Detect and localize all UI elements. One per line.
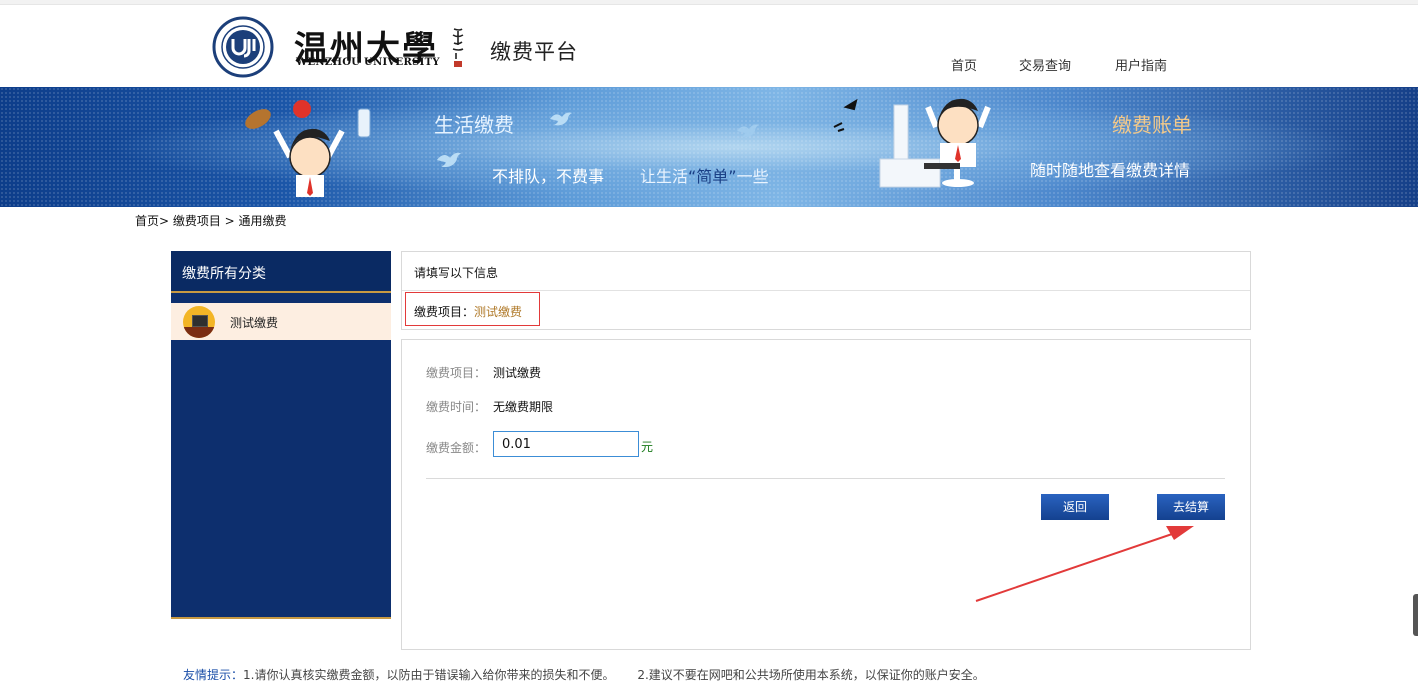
screen-shape	[192, 315, 208, 327]
cartoon-computer-illustration	[833, 98, 991, 188]
selected-project-label: 缴费项目：	[414, 305, 475, 319]
tips-label: 友情提示：	[183, 668, 244, 682]
selected-project: 缴费项目：测试缴费	[414, 303, 522, 320]
cartoon-boy-illustration	[245, 100, 371, 197]
project-label: 缴费项目：	[426, 366, 487, 380]
banner-bill-title: 缴费账单	[1112, 113, 1192, 137]
nav-transaction-query[interactable]: 交易查询	[1019, 55, 1071, 74]
friendly-tips: 友情提示：1.请你认真核实缴费金额，以防由于错误输入给你带来的损失和不便。 2.…	[183, 666, 985, 683]
project-value: 测试缴费	[493, 366, 542, 380]
slogan-highlight: “简单”	[688, 167, 737, 186]
desk-shape	[183, 327, 215, 338]
breadcrumb[interactable]: 首页> 缴费项目 > 通用缴费	[135, 212, 287, 229]
selected-project-value: 测试缴费	[474, 305, 523, 319]
amount-label: 缴费金额：	[426, 441, 487, 455]
sidebar-item-label: 测试缴费	[230, 316, 279, 330]
promo-banner: 生活缴费 不排队，不费事 让生活“简单”一些 缴费账单 随时随地查看缴费详情	[0, 87, 1418, 207]
info-panel: 请填写以下信息 缴费项目：测试缴费	[401, 251, 1251, 330]
banner-slogan-simple: 让生活“简单”一些	[640, 163, 769, 187]
calligraphy-signature-icon	[452, 28, 464, 67]
logo-english-name: WENZHOU UNIVERSITY	[296, 57, 440, 68]
time-value: 无缴费期限	[493, 400, 554, 414]
sidebar-header: 缴费所有分类	[171, 251, 391, 293]
university-seal-logo	[212, 16, 274, 78]
banner-bill-subtitle: 随时随地查看缴费详情	[1030, 161, 1191, 180]
sidebar-item-test-payment[interactable]: 测试缴费	[171, 303, 391, 340]
info-divider	[402, 290, 1250, 291]
banner-slogan-no-queue: 不排队，不费事	[492, 167, 605, 186]
slogan-suffix: 一些	[736, 167, 769, 186]
site-header: 温州大學 WENZHOU UNIVERSITY 缴费平台 首页 交易查询 用户指…	[0, 5, 1418, 87]
banner-life-payment: 生活缴费	[434, 113, 514, 137]
nav-user-guide[interactable]: 用户指南	[1115, 55, 1167, 74]
slogan-prefix: 让生活	[640, 167, 689, 186]
banner-pattern	[0, 87, 1418, 207]
sidebar-title: 缴费所有分类	[182, 266, 266, 282]
category-sidebar: 缴费所有分类 测试缴费	[171, 251, 391, 619]
tip-1: 1.请你认真核实缴费金额，以防由于错误输入给你带来的损失和不便。	[243, 668, 615, 682]
nav-home[interactable]: 首页	[951, 55, 977, 74]
form-divider	[426, 478, 1225, 479]
currency-unit: 元	[641, 440, 654, 454]
red-arrow-annotation	[975, 526, 1194, 602]
bird-icon	[550, 112, 572, 126]
tip-2: 2.建议不要在网吧和公共场所使用本系统，以保证你的账户安全。	[637, 668, 985, 682]
bird-icon	[737, 124, 759, 138]
side-scroll-handle[interactable]	[1413, 594, 1418, 636]
info-title: 请填写以下信息	[414, 266, 499, 280]
platform-title: 缴费平台	[490, 40, 578, 64]
bird-icon	[436, 152, 462, 168]
time-label: 缴费时间：	[426, 400, 487, 414]
amount-input[interactable]	[493, 431, 639, 457]
computer-desk-icon	[183, 306, 215, 338]
